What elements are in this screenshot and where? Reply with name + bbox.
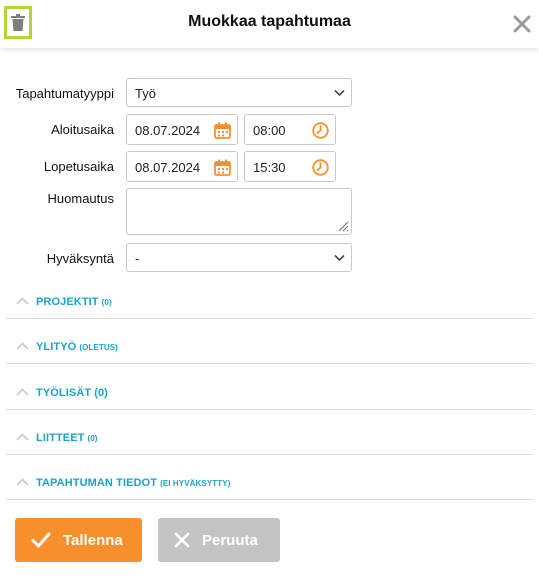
calendar-icon[interactable] bbox=[214, 122, 231, 139]
check-icon bbox=[31, 532, 51, 548]
approval-row: Hyväksyntä - bbox=[0, 243, 539, 275]
note-textarea[interactable] bbox=[126, 188, 352, 235]
close-icon bbox=[174, 532, 190, 548]
section-projektit[interactable]: PROJEKTIT (0) bbox=[6, 288, 533, 319]
section-title: PROJEKTIT (0) bbox=[36, 296, 112, 308]
section-ylityo[interactable]: YLITYÖ (OLETUS) bbox=[6, 333, 533, 364]
section-title: LIITTEET (0) bbox=[36, 432, 98, 444]
note-row: Huomautus bbox=[0, 188, 539, 236]
save-label: Tallenna bbox=[63, 531, 123, 549]
approval-select[interactable]: - bbox=[126, 243, 352, 272]
chevron-down-icon bbox=[334, 89, 345, 97]
approval-value: - bbox=[135, 251, 140, 266]
save-button[interactable]: Tallenna bbox=[15, 518, 142, 562]
chevron-up-icon bbox=[16, 478, 29, 486]
start-time-field[interactable]: 08:00 bbox=[244, 114, 336, 145]
resize-grip-icon[interactable] bbox=[337, 220, 349, 232]
chevron-up-icon bbox=[16, 297, 29, 305]
end-date-field[interactable]: 08.07.2024 bbox=[126, 151, 238, 182]
end-date-value: 08.07.2024 bbox=[135, 160, 201, 175]
chevron-up-icon bbox=[16, 433, 29, 441]
cancel-label: Peruuta bbox=[202, 531, 258, 549]
section-tapahtuman-tiedot[interactable]: TAPAHTUMAN TIEDOT (EI HYVÄKSYTTY) bbox=[6, 469, 533, 500]
end-time-value: 15:30 bbox=[253, 160, 286, 175]
end-row: Lopetusaika 08.07.2024 15:30 bbox=[0, 151, 539, 183]
section-title: YLITYÖ (OLETUS) bbox=[36, 341, 118, 353]
note-label: Huomautus bbox=[47, 191, 114, 206]
start-date-value: 08.07.2024 bbox=[135, 123, 201, 138]
event-type-value: Työ bbox=[135, 86, 156, 101]
section-title: TAPAHTUMAN TIEDOT (EI HYVÄKSYTTY) bbox=[36, 477, 231, 489]
event-type-label: Tapahtumatyyppi bbox=[15, 86, 114, 101]
end-time-field[interactable]: 15:30 bbox=[244, 151, 336, 182]
calendar-icon[interactable] bbox=[214, 159, 231, 176]
section-title: TYÖLISÄT (0) bbox=[36, 387, 108, 399]
clock-icon[interactable] bbox=[312, 159, 329, 176]
section-tyolisat[interactable]: TYÖLISÄT (0) bbox=[6, 379, 533, 410]
event-type-row: Tapahtumatyyppi Työ bbox=[0, 78, 539, 110]
chevron-up-icon bbox=[16, 388, 29, 396]
start-label: Aloitusaika bbox=[51, 122, 114, 137]
event-type-select[interactable]: Työ bbox=[126, 78, 352, 107]
close-icon[interactable] bbox=[513, 15, 531, 33]
section-liitteet[interactable]: LIITTEET (0) bbox=[6, 424, 533, 455]
cancel-button[interactable]: Peruuta bbox=[158, 518, 280, 562]
start-row: Aloitusaika 08.07.2024 08:00 bbox=[0, 114, 539, 146]
start-date-field[interactable]: 08.07.2024 bbox=[126, 114, 238, 145]
approval-label: Hyväksyntä bbox=[46, 251, 114, 266]
start-time-value: 08:00 bbox=[253, 123, 286, 138]
chevron-down-icon bbox=[334, 254, 345, 262]
dialog-header: Muokkaa tapahtumaa bbox=[0, 0, 539, 48]
chevron-up-icon bbox=[16, 342, 29, 350]
end-label: Lopetusaika bbox=[43, 159, 114, 174]
dialog-title: Muokkaa tapahtumaa bbox=[188, 13, 351, 30]
clock-icon[interactable] bbox=[312, 122, 329, 139]
